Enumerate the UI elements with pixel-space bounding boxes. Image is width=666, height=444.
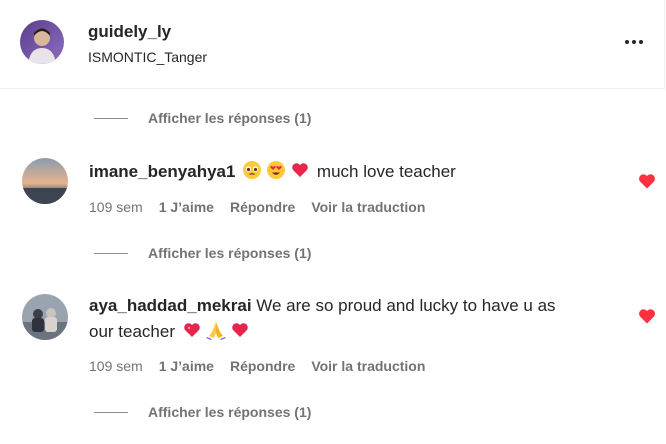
- replies-divider-line: [94, 117, 128, 119]
- view-replies-label: Afficher les réponses (1): [148, 245, 312, 261]
- view-replies-button[interactable]: Afficher les réponses (1): [94, 109, 311, 127]
- comment-meta: 109 sem 1 J’aime Répondre Voir la traduc…: [89, 198, 441, 216]
- post-header: guidely_ly ISMONTIC_Tanger: [0, 0, 665, 89]
- comment-body: imane_benyahya1 much love teacher: [89, 159, 609, 188]
- post-location[interactable]: ISMONTIC_Tanger: [88, 49, 207, 65]
- comment-timestamp[interactable]: 109 sem: [89, 358, 143, 374]
- red-heart-emoji-icon: [290, 160, 310, 188]
- view-replies-label: Afficher les réponses (1): [148, 110, 312, 126]
- pleading-face-emoji-icon: [242, 160, 262, 188]
- translate-button[interactable]: Voir la traduction: [311, 358, 425, 374]
- translate-button[interactable]: Voir la traduction: [311, 199, 425, 215]
- comment-body: aya_haddad_mekrai We are so proud and lu…: [89, 293, 609, 348]
- view-replies-button[interactable]: Afficher les réponses (1): [94, 244, 311, 262]
- pink-heart-emoji-icon: [182, 320, 202, 348]
- comment-text-line2: our teacher: [89, 322, 180, 341]
- folded-hands-emoji-icon: [205, 320, 226, 348]
- comment-text: much love teacher: [312, 162, 456, 181]
- comment-avatar[interactable]: [22, 158, 68, 204]
- liked-heart-icon[interactable]: [638, 173, 656, 189]
- comment-timestamp[interactable]: 109 sem: [89, 199, 143, 215]
- more-options-icon[interactable]: [622, 35, 646, 49]
- comment-meta: 109 sem 1 J’aime Répondre Voir la traduc…: [89, 357, 441, 375]
- comment-author[interactable]: aya_haddad_mekrai: [89, 296, 252, 315]
- comment-likes-button[interactable]: 1 J’aime: [159, 199, 214, 215]
- red-heart-emoji-icon: [230, 320, 250, 348]
- avatar[interactable]: [20, 20, 64, 64]
- reply-button[interactable]: Répondre: [230, 358, 295, 374]
- comment-likes-button[interactable]: 1 J’aime: [159, 358, 214, 374]
- reply-button[interactable]: Répondre: [230, 199, 295, 215]
- heart-eyes-emoji-icon: [266, 160, 286, 188]
- replies-divider-line: [94, 411, 128, 413]
- replies-divider-line: [94, 252, 128, 254]
- comment-avatar[interactable]: [22, 294, 68, 340]
- liked-heart-icon[interactable]: [638, 308, 656, 324]
- comment-author[interactable]: imane_benyahya1: [89, 162, 235, 181]
- comment-text-line1: We are so proud and lucky to have u as: [251, 296, 556, 315]
- view-replies-label: Afficher les réponses (1): [148, 404, 312, 420]
- post-username[interactable]: guidely_ly: [88, 22, 171, 42]
- view-replies-button[interactable]: Afficher les réponses (1): [94, 403, 311, 421]
